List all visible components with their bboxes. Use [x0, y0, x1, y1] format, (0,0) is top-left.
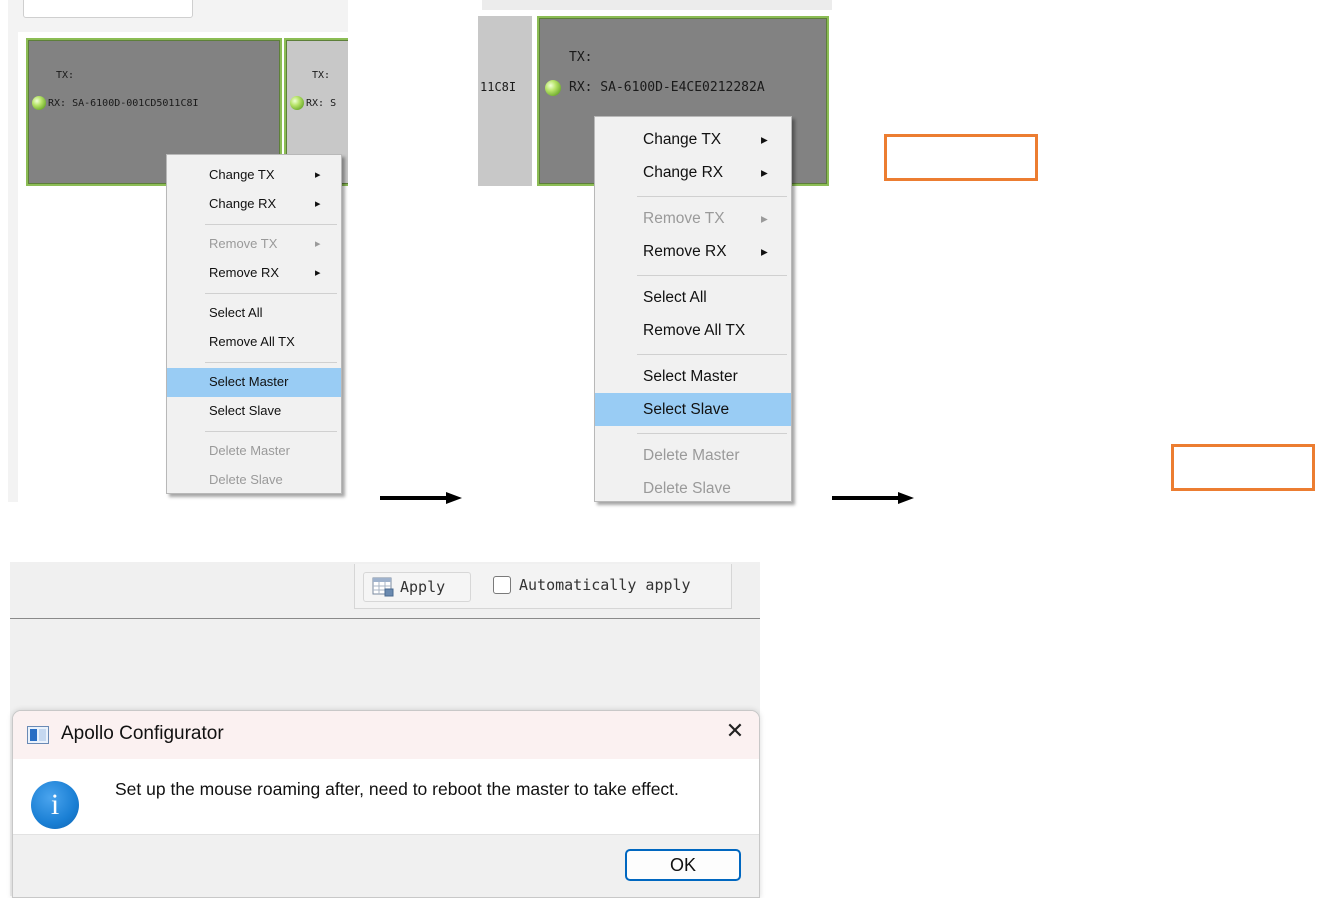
card-tx-label: TX:	[56, 70, 75, 81]
menu-item-label: Remove All TX	[643, 322, 746, 339]
submenu-arrow-icon: ▸	[315, 197, 321, 210]
submenu-arrow-icon: ▸	[761, 244, 768, 259]
menu-item-label: Remove TX	[209, 236, 278, 251]
apply-label: Apply	[400, 578, 446, 596]
menu-item-label: Select Master	[209, 374, 289, 389]
submenu-arrow-icon: ▸	[315, 238, 321, 250]
menu-item-label: Change RX	[209, 195, 277, 211]
menu-separator	[205, 362, 337, 363]
status-led-icon	[290, 96, 304, 110]
highlight-box	[1171, 444, 1315, 491]
menu-separator	[637, 432, 787, 434]
card-tx-label: TX:	[312, 70, 331, 81]
ok-button[interactable]: OK	[625, 849, 741, 881]
menu-item-select-slave[interactable]: Select Slave	[167, 397, 341, 426]
menu-item-change-rx[interactable]: Change RX ▸	[167, 190, 341, 219]
menu-item-label: Select Slave	[643, 401, 730, 418]
dialog-title-bar: Apollo Configurator ✕	[13, 711, 759, 759]
menu-item-remove-all-tx[interactable]: Remove All TX	[167, 328, 341, 357]
app-window-icon	[27, 726, 49, 744]
highlight-box	[884, 134, 1038, 181]
context-menu: Change TX ▸ Change RX ▸ Remove TX ▸ Remove RX ▸…	[594, 116, 792, 502]
context-menu: Change TX ▸ Change RX ▸ Remove TX ▸ Remove RX ▸…	[166, 154, 342, 494]
flow-arrow	[380, 496, 448, 500]
apply-toolbar: Apply Automatically apply	[354, 564, 732, 609]
flow-arrow-head	[446, 492, 462, 504]
menu-item-delete-master[interactable]: Delete Master	[167, 437, 341, 466]
toolbar-field[interactable]	[23, 0, 193, 18]
status-led-icon	[32, 96, 46, 110]
menu-item-select-all[interactable]: Select All	[595, 281, 791, 314]
menu-item-label: Select All	[643, 289, 707, 306]
menu-item-select-slave[interactable]: Select Slave	[595, 393, 791, 426]
menu-item-label: Select All	[209, 305, 263, 320]
dialog-footer: OK	[13, 834, 759, 897]
menu-item-select-all[interactable]: Select All	[167, 299, 341, 328]
card-rx-label: 11C8I	[480, 80, 517, 94]
menu-item-label: Remove RX	[643, 243, 727, 260]
apply-button[interactable]: Apply	[363, 572, 471, 602]
flow-arrow	[832, 496, 900, 500]
submenu-arrow-icon: ▸	[315, 266, 321, 279]
menu-item-select-master[interactable]: Select Master	[167, 368, 341, 397]
menu-separator	[205, 431, 337, 432]
menu-item-label: Delete Slave	[643, 480, 731, 497]
menu-item-label: Delete Slave	[209, 471, 283, 487]
menu-separator	[637, 353, 787, 355]
menu-item-change-rx[interactable]: Change RX ▸	[595, 156, 791, 189]
apply-table-icon	[372, 577, 394, 597]
submenu-arrow-icon: ▸	[761, 132, 768, 147]
card-tx-label: TX:	[569, 50, 593, 65]
dialog-message: Set up the mouse roaming after, need to …	[115, 779, 679, 799]
menu-item-label: Delete Master	[209, 443, 290, 458]
card-rx-label: RX: SA-6100D-001CD5011C8I	[48, 98, 199, 109]
menu-separator	[637, 274, 787, 276]
menu-item-remove-rx[interactable]: Remove RX ▸	[167, 259, 341, 288]
screenshot-step-1: TX: RX: SA-6100D-001CD5011C8I TX: RX: S …	[8, 0, 348, 502]
menu-item-delete-slave[interactable]: Delete Slave	[595, 472, 791, 505]
menu-item-remove-rx[interactable]: Remove RX ▸	[595, 235, 791, 268]
auto-apply-checkbox[interactable]	[493, 576, 511, 594]
menu-item-label: Remove RX	[209, 264, 280, 280]
menu-item-change-tx[interactable]: Change TX ▸	[167, 161, 341, 190]
dialog-title: Apollo Configurator	[61, 723, 224, 744]
submenu-arrow-icon: ▸	[315, 169, 321, 181]
menu-separator	[205, 224, 337, 225]
menu-item-label: Change RX	[643, 164, 724, 181]
menu-item-label: Change TX	[643, 131, 722, 148]
info-icon: i	[31, 781, 79, 829]
menu-separator	[637, 195, 787, 197]
flow-arrow-head	[898, 492, 914, 504]
menu-item-label: Change TX	[209, 167, 275, 182]
submenu-arrow-icon: ▸	[761, 211, 768, 226]
menu-item-label: Select Master	[643, 368, 738, 385]
menu-item-select-master[interactable]: Select Master	[595, 360, 791, 393]
menu-item-label: Delete Master	[643, 447, 740, 464]
menu-item-remove-all-tx[interactable]: Remove All TX	[595, 314, 791, 347]
status-led-icon	[545, 80, 561, 96]
card-rx-label: RX: SA-6100D-E4CE0212282A	[569, 80, 765, 95]
close-icon[interactable]: ✕	[721, 719, 749, 744]
message-dialog: Apollo Configurator ✕ i Set up the mouse…	[12, 710, 760, 898]
menu-item-delete-master[interactable]: Delete Master	[595, 439, 791, 472]
menu-item-label: Select Slave	[209, 402, 282, 418]
menu-item-remove-tx[interactable]: Remove TX ▸	[167, 230, 341, 259]
menu-item-change-tx[interactable]: Change TX ▸	[595, 123, 791, 156]
screenshot-step-2: 11C8I TX: RX: SA-6100D-E4CE0212282A Chan…	[478, 0, 832, 506]
screenshot-step-3: Apply Automatically apply Apollo Configu…	[10, 562, 760, 898]
auto-apply-label: Automatically apply	[519, 576, 691, 594]
card-rx-label: RX: S	[306, 98, 337, 109]
menu-item-label: Remove TX	[643, 210, 725, 227]
submenu-arrow-icon: ▸	[761, 165, 768, 180]
menu-separator	[205, 293, 337, 294]
menu-item-remove-tx[interactable]: Remove TX ▸	[595, 202, 791, 235]
menu-item-label: Remove All TX	[209, 333, 295, 349]
device-card[interactable]: 11C8I	[478, 16, 532, 186]
menu-item-delete-slave[interactable]: Delete Slave	[167, 466, 341, 495]
